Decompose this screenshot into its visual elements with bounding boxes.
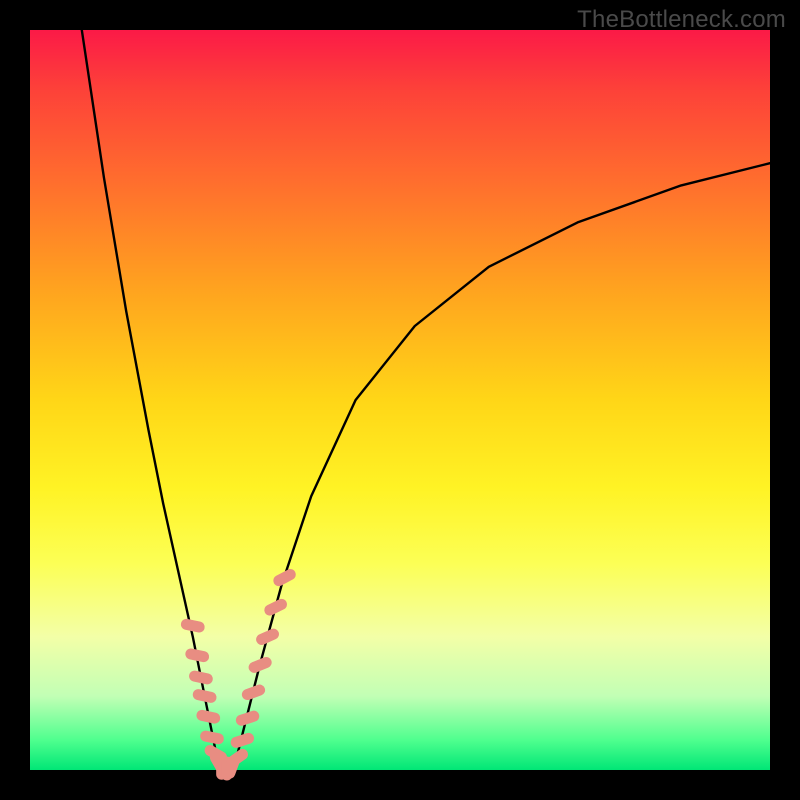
marker-dash bbox=[188, 670, 214, 686]
chart-frame: TheBottleneck.com bbox=[0, 0, 800, 800]
marker-dash bbox=[192, 688, 218, 704]
marker-dash bbox=[262, 597, 288, 617]
marker-dash bbox=[271, 567, 297, 588]
marker-dash bbox=[180, 618, 206, 634]
chart-svg bbox=[30, 30, 770, 770]
marker-dash bbox=[199, 730, 225, 746]
marker-dash bbox=[254, 627, 280, 647]
marker-dash bbox=[195, 709, 221, 725]
series-right-branch bbox=[234, 163, 771, 770]
curve-layer bbox=[82, 30, 770, 770]
marker-dash bbox=[247, 655, 273, 674]
plot-area bbox=[30, 30, 770, 770]
watermark-text: TheBottleneck.com bbox=[577, 6, 786, 34]
marker-dash bbox=[184, 647, 210, 663]
